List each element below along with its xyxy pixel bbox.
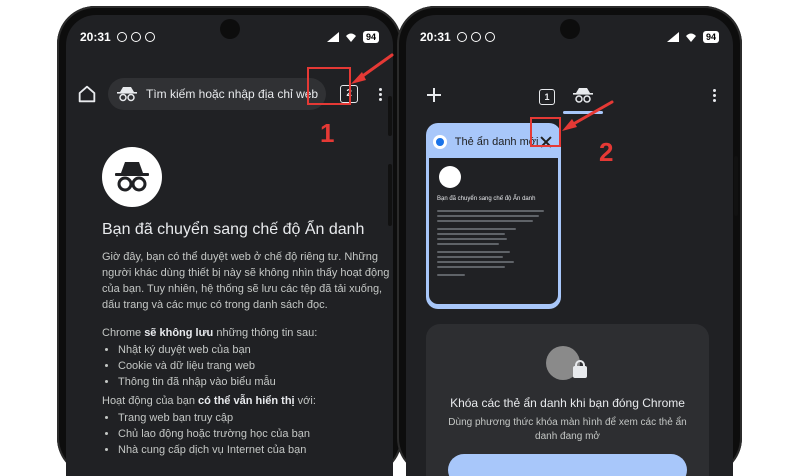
- app-notification-icon: [484, 32, 495, 42]
- selected-tab-indicator: [563, 111, 603, 114]
- power-button: [734, 156, 738, 216]
- signal-icon: [666, 32, 679, 42]
- tab-card-title: Thẻ ẩn danh mới: [454, 136, 539, 148]
- plus-icon[interactable]: [426, 87, 442, 103]
- incognito-icon: [117, 87, 137, 102]
- app-notification-icon: [130, 32, 141, 42]
- app-notification-icon: [470, 32, 481, 42]
- tab-preview: Bạn đã chuyển sang chế độ Ẩn danh: [429, 158, 558, 304]
- right-screen: 20:31 94 1 Thẻ ẩn danh mới Bạn đã chuyển…: [406, 15, 733, 476]
- status-bar: 20:31 94: [80, 29, 379, 45]
- visible-list: Trang web bạn truy cập Chủ lao động hoặc…: [102, 410, 310, 458]
- not-saved-list: Nhật ký duyệt web của bạn Cookie và dữ l…: [102, 342, 276, 390]
- alarm-icon: [116, 32, 127, 42]
- incognito-tab-card[interactable]: Thẻ ẩn danh mới Bạn đã chuyển sang chế đ…: [426, 123, 561, 309]
- power-button: [388, 164, 392, 226]
- signal-icon: [326, 32, 339, 42]
- search-placeholder: Tìm kiếm hoặc nhập địa chỉ web: [146, 87, 319, 101]
- status-time: 20:31: [420, 30, 451, 44]
- home-icon[interactable]: [76, 83, 98, 105]
- lock-incognito-card: Khóa các thẻ ẩn danh khi bạn đóng Chrome…: [426, 324, 709, 476]
- tab-switcher-toolbar: 1: [426, 87, 717, 114]
- wifi-icon: [345, 33, 356, 42]
- list-item: Trang web bạn truy cập: [118, 410, 310, 426]
- incognito-icon: [439, 166, 461, 188]
- battery-indicator: 94: [702, 31, 719, 43]
- search-input[interactable]: Tìm kiếm hoặc nhập địa chỉ web: [108, 78, 327, 110]
- list-item: Chủ lao động hoặc trường học của bạn: [118, 426, 310, 442]
- step-number: 2: [599, 137, 614, 167]
- step-number: 1: [320, 118, 335, 148]
- visible-heading: Hoạt động của bạn có thể vẫn hiển thị vớ…: [102, 395, 316, 407]
- battery-indicator: 94: [362, 31, 379, 43]
- not-saved-heading: Chrome sẽ không lưu những thông tin sau:: [102, 327, 318, 339]
- incognito-icon: [115, 162, 149, 192]
- tab-button-highlight: [307, 67, 351, 105]
- close-button-highlight: [530, 117, 561, 147]
- list-item: Thông tin đã nhập vào biểu mẫu: [118, 374, 276, 390]
- enable-lock-button[interactable]: [448, 454, 687, 476]
- list-item: Cookie và dữ liệu trang web: [118, 358, 276, 374]
- volume-button: [388, 96, 392, 136]
- lock-card-description: Dùng phương thức khóa màn hình để xem cá…: [448, 417, 687, 442]
- list-item: Nhà cung cấp dịch vụ Internet của bạn: [118, 442, 310, 458]
- more-vert-icon[interactable]: [713, 89, 717, 102]
- lock-icon: [573, 360, 587, 378]
- more-vert-icon[interactable]: [379, 87, 383, 101]
- incognito-description: Giờ đây, bạn có thể duyệt web ở chế độ r…: [102, 251, 390, 311]
- right-phone: 20:31 94 1 Thẻ ẩn danh mới Bạn đã chuyển…: [397, 6, 742, 476]
- status-time: 20:31: [80, 30, 111, 44]
- app-notification-icon: [144, 32, 155, 42]
- alarm-icon: [456, 32, 467, 42]
- incognito-icon[interactable]: [572, 87, 594, 105]
- incognito-avatar: [102, 147, 162, 207]
- wifi-icon: [685, 33, 696, 42]
- status-bar: 20:31 94: [420, 29, 719, 45]
- incognito-headline: Bạn đã chuyển sang chế độ Ẩn danh: [102, 221, 365, 238]
- preview-headline: Bạn đã chuyển sang chế độ Ẩn danh: [437, 196, 536, 202]
- list-item: Nhật ký duyệt web của bạn: [118, 342, 276, 358]
- chrome-icon: [433, 135, 447, 149]
- normal-tabs-button[interactable]: 1: [539, 89, 555, 105]
- lock-card-title: Khóa các thẻ ẩn danh khi bạn đóng Chrome: [450, 396, 685, 410]
